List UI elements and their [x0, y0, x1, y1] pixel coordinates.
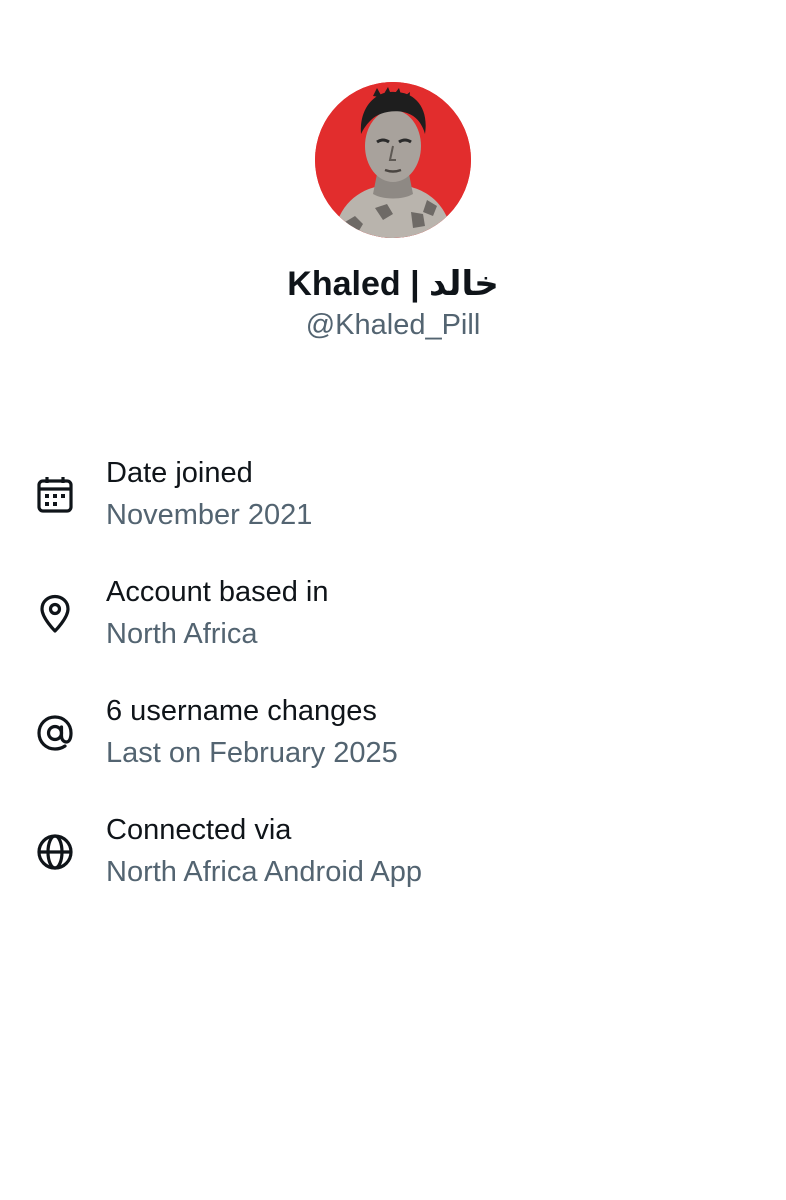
calendar-icon	[37, 477, 73, 513]
info-title: Connected via	[106, 814, 292, 846]
globe-icon	[37, 834, 73, 870]
user-handle: @Khaled_Pill	[305, 309, 481, 341]
info-value: North Africa	[106, 618, 258, 650]
info-title: Date joined	[106, 457, 253, 489]
info-row-account-location: Account based in North Africa	[0, 573, 786, 692]
info-value: North Africa Android App	[106, 856, 422, 888]
info-value: Last on February 2025	[106, 737, 398, 769]
avatar-portrait	[315, 82, 471, 238]
profile-header: Khaled | خالد @Khaled_Pill	[0, 82, 786, 342]
avatar[interactable]	[315, 82, 471, 238]
at-sign-icon	[37, 715, 73, 751]
account-info-list: Date joined November 2021 Account based …	[0, 454, 786, 930]
info-title: Account based in	[106, 576, 329, 608]
info-value: November 2021	[106, 499, 313, 531]
info-row-date-joined: Date joined November 2021	[0, 454, 786, 573]
info-row-username-changes: 6 username changes Last on February 2025	[0, 692, 786, 811]
info-row-connected-via: Connected via North Africa Android App	[0, 811, 786, 930]
info-title: 6 username changes	[106, 695, 377, 727]
location-pin-icon	[40, 594, 70, 633]
display-name: Khaled | خالد	[287, 265, 499, 303]
